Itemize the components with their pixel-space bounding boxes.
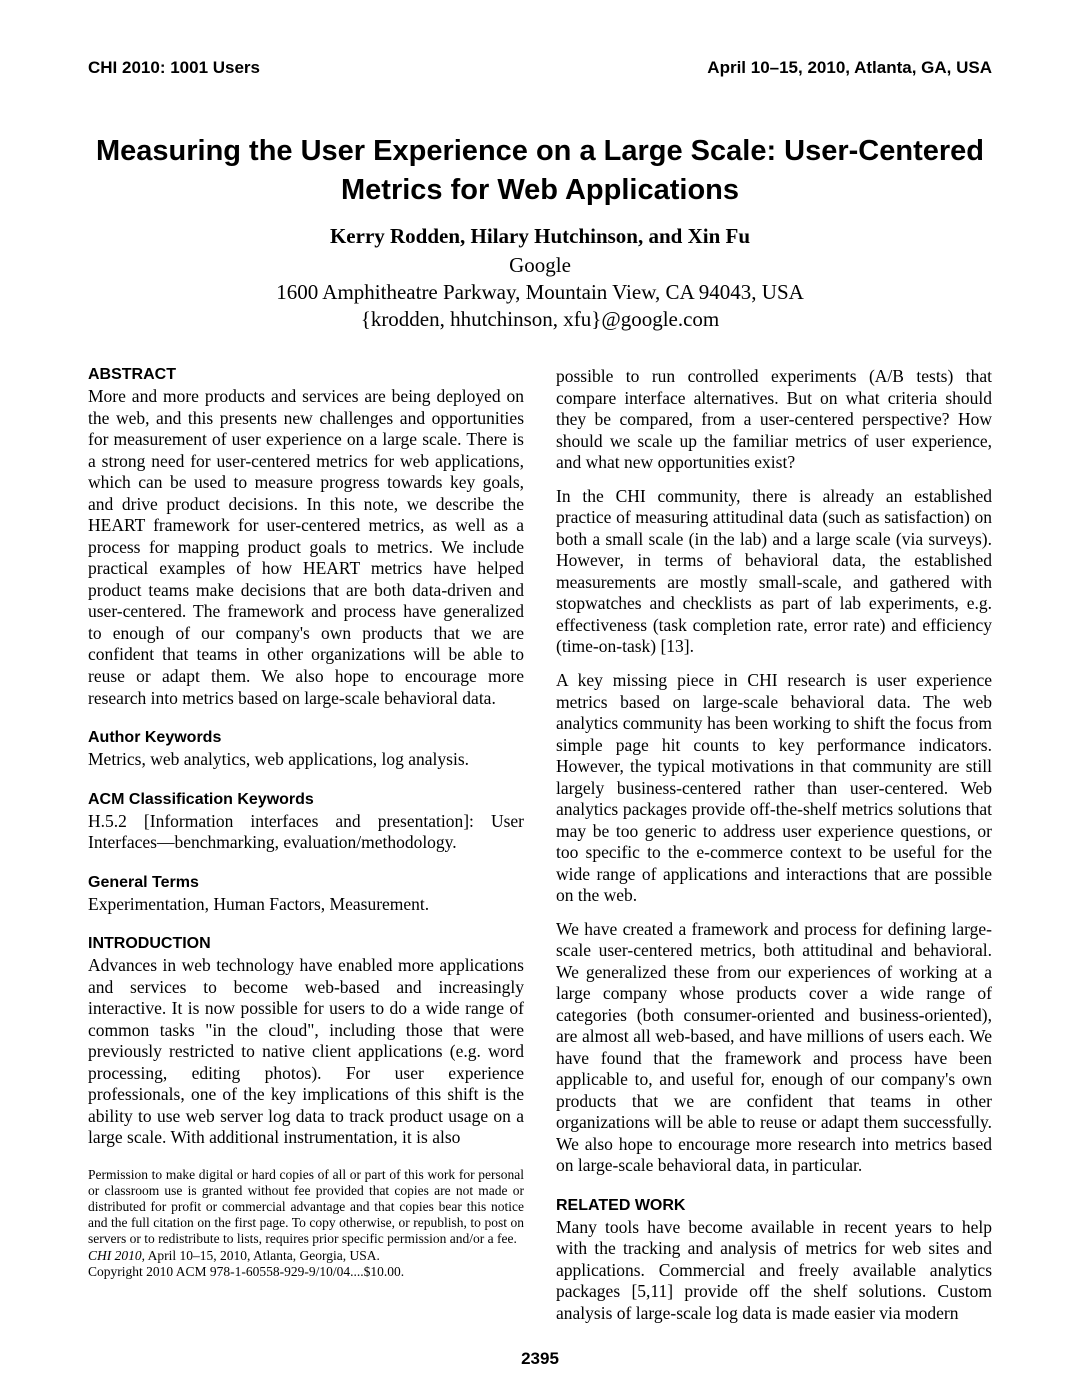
author-keywords-heading: Author Keywords xyxy=(88,729,524,747)
intro-paragraph-1: Advances in web technology have enabled … xyxy=(88,955,524,1149)
abstract-heading: ABSTRACT xyxy=(88,366,524,384)
permission-venue-italic: CHI 2010 xyxy=(88,1248,142,1263)
two-column-body: ABSTRACT More and more products and serv… xyxy=(88,366,992,1324)
email: {krodden, hhutchinson, xfu}@google.com xyxy=(88,307,992,332)
running-header: CHI 2010: 1001 Users April 10–15, 2010, … xyxy=(88,58,992,78)
col2-paragraph-4: We have created a framework and process … xyxy=(556,919,992,1177)
acm-text: H.5.2 [Information interfaces and presen… xyxy=(88,811,524,854)
header-left: CHI 2010: 1001 Users xyxy=(88,58,260,78)
acm-heading: ACM Classification Keywords xyxy=(88,791,524,809)
author-keywords-text: Metrics, web analytics, web applications… xyxy=(88,749,524,771)
permission-venue: CHI 2010, April 10–15, 2010, Atlanta, Ge… xyxy=(88,1248,524,1264)
permission-venue-rest: , April 10–15, 2010, Atlanta, Georgia, U… xyxy=(142,1248,380,1263)
col2-paragraph-3: A key missing piece in CHI research is u… xyxy=(556,670,992,907)
related-paragraph-1: Many tools have become available in rece… xyxy=(556,1217,992,1325)
col2-paragraph-2: In the CHI community, there is already a… xyxy=(556,486,992,658)
right-column: possible to run controlled experiments (… xyxy=(556,366,992,1324)
related-work-heading: RELATED WORK xyxy=(556,1197,992,1215)
abstract-text: More and more products and services are … xyxy=(88,386,524,709)
general-terms-text: Experimentation, Human Factors, Measurem… xyxy=(88,894,524,916)
paper-title: Measuring the User Experience on a Large… xyxy=(88,132,992,210)
address: 1600 Amphitheatre Parkway, Mountain View… xyxy=(88,280,992,305)
page-number: 2395 xyxy=(0,1349,1080,1369)
introduction-heading: INTRODUCTION xyxy=(88,935,524,953)
left-column: ABSTRACT More and more products and serv… xyxy=(88,366,524,1324)
affiliation: Google xyxy=(88,253,992,278)
col2-paragraph-1: possible to run controlled experiments (… xyxy=(556,366,992,474)
header-right: April 10–15, 2010, Atlanta, GA, USA xyxy=(707,58,992,78)
permission-notice: Permission to make digital or hard copie… xyxy=(88,1167,524,1248)
authors: Kerry Rodden, Hilary Hutchinson, and Xin… xyxy=(88,224,992,249)
permission-copyright: Copyright 2010 ACM 978-1-60558-929-9/10/… xyxy=(88,1264,524,1280)
general-terms-heading: General Terms xyxy=(88,874,524,892)
